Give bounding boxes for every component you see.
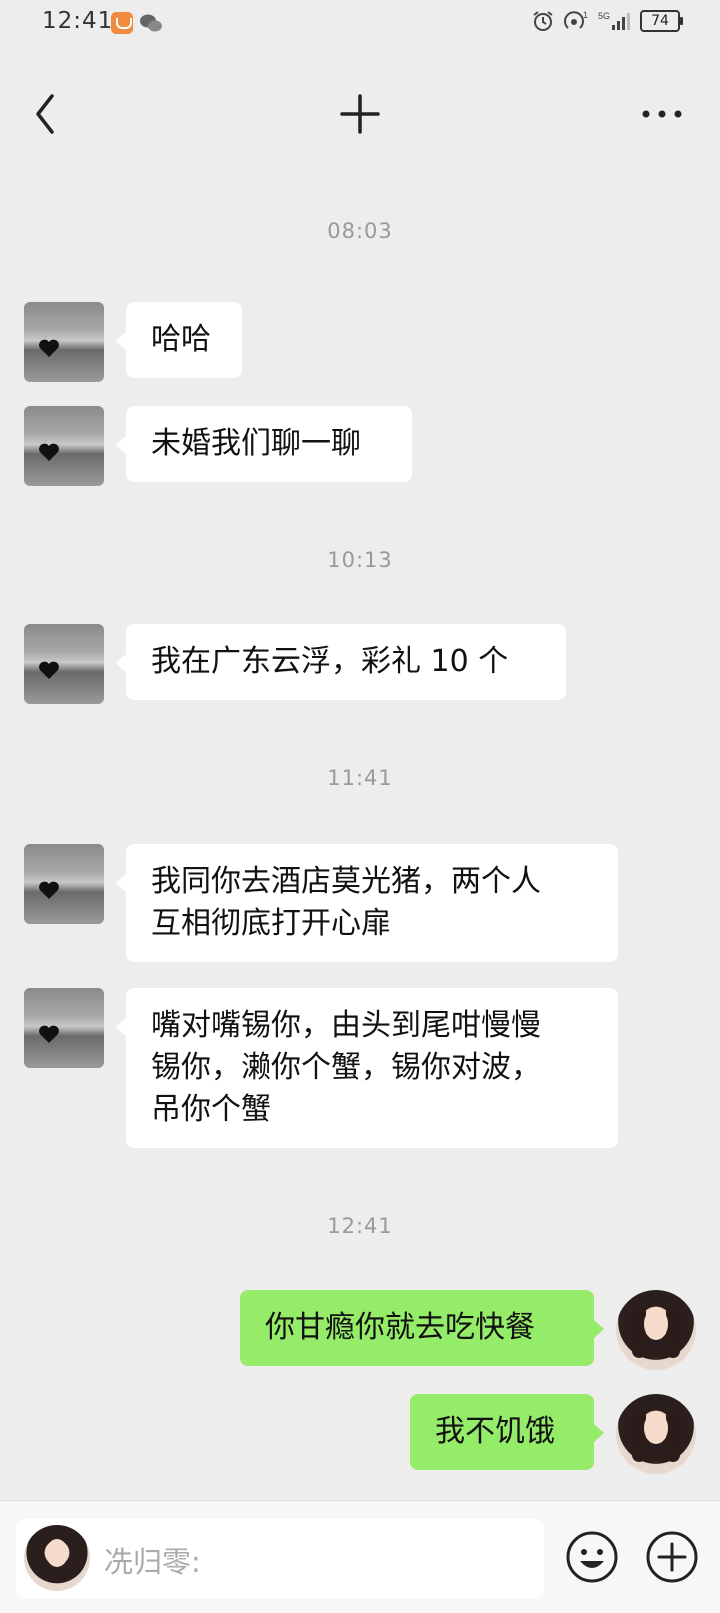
message-text-line: 锡你，濑你个蟹，锡你对波， [151, 1050, 541, 1085]
message-text: 哈哈 [151, 322, 211, 357]
heart-icon [39, 443, 59, 461]
message-text-line: 吊你个蟹 [151, 1092, 271, 1127]
chat-timestamp: 11:41 [327, 766, 393, 790]
chat-timestamp: 12:41 [327, 1214, 393, 1238]
message-text-line: 嘴对嘴锡你，由头到尾咁慢慢 [151, 1008, 541, 1043]
message-bubble[interactable]: 嘴对嘴锡你，由头到尾咁慢慢 锡你，濑你个蟹，锡你对波， 吊你个蟹 [116, 988, 618, 1148]
message-text-line: 互相彻底打开心扉 [151, 906, 391, 941]
message-text: 我在广东云浮，彩礼 10 个 [151, 644, 509, 679]
message-text: 我不饥饿 [435, 1414, 555, 1449]
input-placeholder: 冼归零: [104, 1545, 201, 1579]
chat-timestamp: 10:13 [327, 548, 393, 572]
contact-avatar[interactable] [24, 302, 104, 382]
heart-icon [39, 661, 59, 679]
message-input[interactable]: 冼归零: [16, 1519, 544, 1599]
self-avatar[interactable] [616, 1394, 696, 1474]
add-circle-icon[interactable] [644, 1529, 700, 1585]
message-text-line: 我同你去酒店莫光猪，两个人 [151, 864, 541, 899]
contact-avatar[interactable] [24, 406, 104, 486]
message-bubble[interactable]: 未婚我们聊一聊 [116, 406, 412, 482]
emoji-icon[interactable] [564, 1529, 620, 1585]
contact-avatar[interactable] [24, 844, 104, 924]
chat-message-list[interactable]: 08:03 哈哈 未婚我们聊一聊 10:13 我在广东云浮，彩礼 10 个 11… [0, 0, 720, 1490]
input-bar: 冼归零: [0, 1500, 720, 1613]
contact-avatar[interactable] [24, 988, 104, 1068]
message-text: 你甘瘾你就去吃快餐 [265, 1310, 535, 1345]
heart-icon [39, 339, 59, 357]
message-bubble[interactable]: 你甘瘾你就去吃快餐 [240, 1290, 604, 1366]
heart-icon [39, 881, 59, 899]
heart-icon [39, 1025, 59, 1043]
user-avatar[interactable] [24, 1525, 90, 1591]
message-bubble[interactable]: 我在广东云浮，彩礼 10 个 [116, 624, 566, 700]
message-text: 未婚我们聊一聊 [151, 426, 361, 461]
self-avatar[interactable] [616, 1290, 696, 1370]
message-bubble[interactable]: 我不饥饿 [410, 1394, 604, 1470]
contact-avatar[interactable] [24, 624, 104, 704]
chat-timestamp: 08:03 [327, 219, 393, 243]
message-bubble[interactable]: 哈哈 [116, 302, 242, 378]
message-bubble[interactable]: 我同你去酒店莫光猪，两个人 互相彻底打开心扉 [116, 844, 618, 962]
